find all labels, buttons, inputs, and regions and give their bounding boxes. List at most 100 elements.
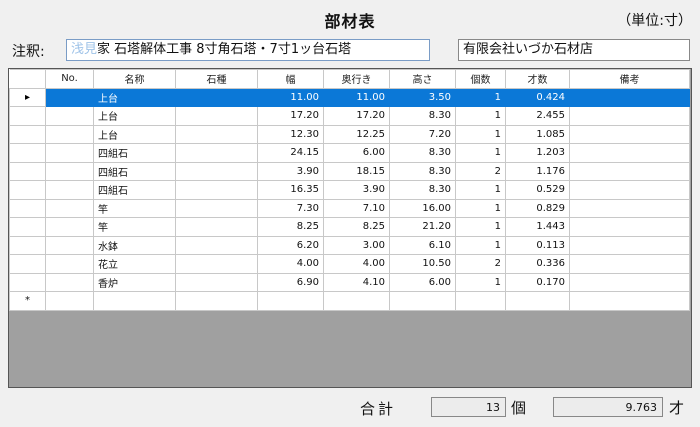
- cell-height[interactable]: 8.30: [389, 106, 456, 126]
- cell-note[interactable]: [569, 161, 690, 181]
- cell-sai[interactable]: 0.336: [505, 254, 570, 274]
- table-row[interactable]: 竿 7.30 7.10 16.00 1 0.829: [9, 198, 690, 218]
- cell-count[interactable]: 1: [455, 272, 506, 292]
- cell-sai[interactable]: 1.176: [505, 161, 570, 181]
- cell-no[interactable]: [45, 198, 94, 218]
- cell-sai[interactable]: 1.085: [505, 124, 570, 144]
- cell-name[interactable]: 四組石: [93, 143, 176, 163]
- cell-depth[interactable]: 18.15: [323, 161, 390, 181]
- cell-no[interactable]: [45, 106, 94, 126]
- cell-width[interactable]: 3.90: [257, 161, 324, 181]
- table-row[interactable]: 竿 8.25 8.25 21.20 1 1.443: [9, 217, 690, 237]
- row-header[interactable]: [9, 198, 46, 218]
- parts-grid[interactable]: No. 名称 石種 幅 奥行き 高さ 個数 才数 備考 ▸ 上台 11.00 11.0…: [8, 68, 692, 388]
- cell-sai[interactable]: 1.203: [505, 143, 570, 163]
- cell-name[interactable]: 竿: [93, 198, 176, 218]
- cell-width[interactable]: 7.30: [257, 198, 324, 218]
- cell-width[interactable]: 11.00: [257, 87, 324, 107]
- cell-depth[interactable]: 7.10: [323, 198, 390, 218]
- new-record-row[interactable]: *: [9, 291, 690, 311]
- cell-height[interactable]: 6.00: [389, 272, 456, 292]
- column-header-no[interactable]: No.: [45, 69, 94, 89]
- table-row[interactable]: 上台 17.20 17.20 8.30 1 2.455: [9, 106, 690, 126]
- cell-height[interactable]: 8.30: [389, 180, 456, 200]
- table-row[interactable]: 花立 4.00 4.00 10.50 2 0.336: [9, 254, 690, 274]
- cell-stone[interactable]: [175, 254, 258, 274]
- company-name-input[interactable]: 有限会社いづか石材店: [458, 39, 690, 61]
- cell-stone[interactable]: [175, 161, 258, 181]
- table-row[interactable]: 四組石 16.35 3.90 8.30 1 0.529: [9, 180, 690, 200]
- cell-note[interactable]: [569, 124, 690, 144]
- row-header[interactable]: *: [9, 291, 46, 311]
- table-row[interactable]: 水鉢 6.20 3.00 6.10 1 0.113: [9, 235, 690, 255]
- cell-width[interactable]: 8.25: [257, 217, 324, 237]
- new-row-cell[interactable]: [389, 291, 456, 311]
- cell-stone[interactable]: [175, 180, 258, 200]
- row-header[interactable]: ▸: [9, 87, 46, 107]
- cell-note[interactable]: [569, 87, 690, 107]
- column-header-width[interactable]: 幅: [257, 69, 324, 89]
- cell-stone[interactable]: [175, 143, 258, 163]
- column-header-note[interactable]: 備考: [569, 69, 690, 89]
- cell-depth[interactable]: 12.25: [323, 124, 390, 144]
- new-row-cell[interactable]: [257, 291, 324, 311]
- column-header-sai[interactable]: 才数: [505, 69, 570, 89]
- cell-depth[interactable]: 3.00: [323, 235, 390, 255]
- cell-width[interactable]: 6.90: [257, 272, 324, 292]
- cell-sai[interactable]: 0.829: [505, 198, 570, 218]
- cell-note[interactable]: [569, 235, 690, 255]
- cell-no[interactable]: [45, 180, 94, 200]
- cell-name[interactable]: 香炉: [93, 272, 176, 292]
- column-header-count[interactable]: 個数: [455, 69, 506, 89]
- cell-sai[interactable]: 0.170: [505, 272, 570, 292]
- cell-width[interactable]: 16.35: [257, 180, 324, 200]
- new-row-cell[interactable]: [45, 291, 94, 311]
- cell-no[interactable]: [45, 143, 94, 163]
- cell-height[interactable]: 21.20: [389, 217, 456, 237]
- cell-height[interactable]: 6.10: [389, 235, 456, 255]
- cell-depth[interactable]: 8.25: [323, 217, 390, 237]
- new-row-cell[interactable]: [93, 291, 176, 311]
- cell-sai[interactable]: 0.424: [505, 87, 570, 107]
- cell-width[interactable]: 24.15: [257, 143, 324, 163]
- cell-width[interactable]: 12.30: [257, 124, 324, 144]
- cell-count[interactable]: 1: [455, 143, 506, 163]
- cell-sai[interactable]: 2.455: [505, 106, 570, 126]
- row-header[interactable]: [9, 235, 46, 255]
- cell-stone[interactable]: [175, 235, 258, 255]
- cell-depth[interactable]: 4.10: [323, 272, 390, 292]
- table-row[interactable]: 香炉 6.90 4.10 6.00 1 0.170: [9, 272, 690, 292]
- cell-name[interactable]: 上台: [93, 106, 176, 126]
- row-header[interactable]: [9, 180, 46, 200]
- new-row-cell[interactable]: [323, 291, 390, 311]
- row-header[interactable]: [9, 217, 46, 237]
- cell-name[interactable]: 四組石: [93, 161, 176, 181]
- cell-height[interactable]: 10.50: [389, 254, 456, 274]
- new-row-cell[interactable]: [175, 291, 258, 311]
- cell-note[interactable]: [569, 143, 690, 163]
- row-header[interactable]: [9, 254, 46, 274]
- cell-height[interactable]: 8.30: [389, 161, 456, 181]
- cell-count[interactable]: 1: [455, 124, 506, 144]
- cell-stone[interactable]: [175, 272, 258, 292]
- cell-width[interactable]: 4.00: [257, 254, 324, 274]
- cell-count[interactable]: 1: [455, 217, 506, 237]
- cell-height[interactable]: 16.00: [389, 198, 456, 218]
- cell-note[interactable]: [569, 217, 690, 237]
- table-row[interactable]: 四組石 24.15 6.00 8.30 1 1.203: [9, 143, 690, 163]
- cell-no[interactable]: [45, 124, 94, 144]
- column-header-name[interactable]: 名称: [93, 69, 176, 89]
- cell-count[interactable]: 1: [455, 198, 506, 218]
- cell-count[interactable]: 1: [455, 106, 506, 126]
- cell-name[interactable]: 上台: [93, 87, 176, 107]
- cell-name[interactable]: 花立: [93, 254, 176, 274]
- cell-no[interactable]: [45, 161, 94, 181]
- cell-no[interactable]: [45, 235, 94, 255]
- row-header[interactable]: [9, 143, 46, 163]
- cell-name[interactable]: 水鉢: [93, 235, 176, 255]
- cell-note[interactable]: [569, 180, 690, 200]
- cell-depth[interactable]: 17.20: [323, 106, 390, 126]
- cell-name[interactable]: 上台: [93, 124, 176, 144]
- cell-no[interactable]: [45, 217, 94, 237]
- cell-depth[interactable]: 4.00: [323, 254, 390, 274]
